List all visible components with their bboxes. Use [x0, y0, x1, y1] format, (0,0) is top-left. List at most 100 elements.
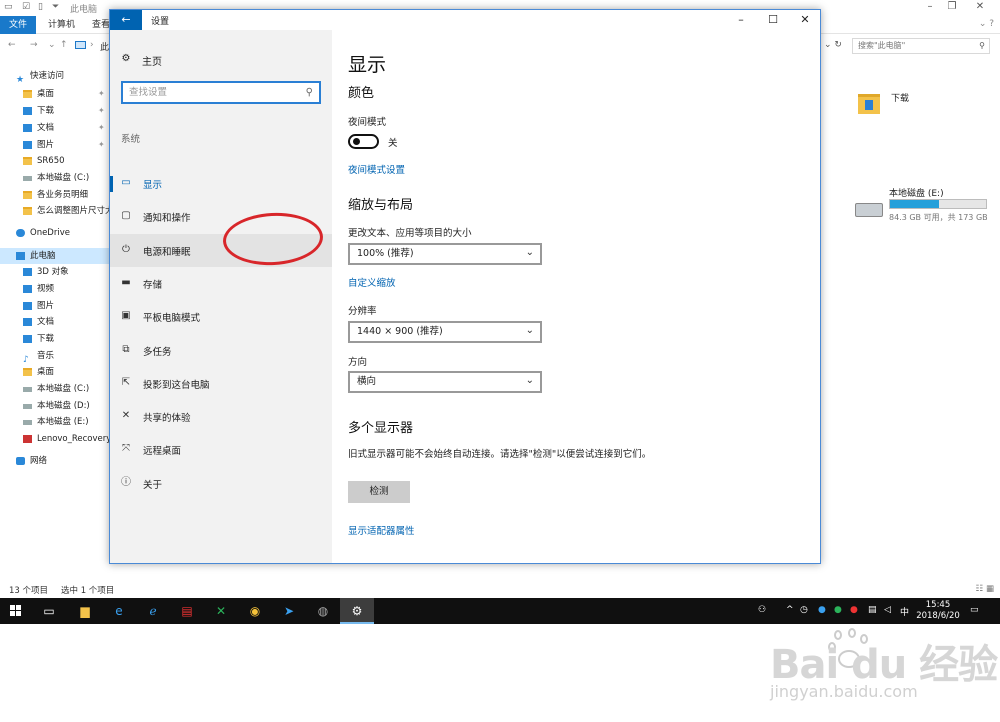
forward-arrow-icon[interactable]: → [30, 40, 38, 50]
back-arrow-icon: ← [121, 13, 131, 26]
tab-computer[interactable]: 计算机 [40, 16, 83, 34]
nav-item-label: 桌面 [37, 89, 55, 99]
nav-item[interactable]: 图片 ✦ [0, 137, 110, 153]
resolution-dropdown[interactable]: 1440 × 900 (推荐) ⌄ [348, 321, 542, 343]
orientation-dropdown[interactable]: 横向 ⌄ [348, 371, 542, 393]
settings-taskbar-icon[interactable]: ⚙ [340, 598, 374, 624]
drive-name[interactable]: 本地磁盘 (E:) [889, 186, 944, 199]
explorer-restore-button[interactable]: ❐ [942, 1, 962, 15]
downloads-folder-icon[interactable] [858, 90, 880, 114]
nav-item[interactable]: 本地磁盘 (C:) [0, 381, 110, 397]
explorer-search-input[interactable]: 搜索"此电脑" ⚲ [852, 38, 990, 54]
search-icon: ⚲ [305, 87, 313, 98]
watermark-url: jingyan.baidu.com [770, 682, 918, 701]
ribbon-help-icon[interactable]: ⌄ ? [979, 19, 994, 29]
drive-icon[interactable] [855, 203, 883, 217]
sidebar-item[interactable]: ⤧ 远程桌面 [110, 433, 332, 466]
display-settings-panel: 显示 颜色 夜间模式 关 夜间模式设置 缩放与布局 更改文本、应用等项目的大小 … [348, 30, 818, 563]
night-mode-state: 关 [388, 138, 398, 149]
adapter-properties-link[interactable]: 显示适配器属性 [348, 523, 415, 537]
night-mode-settings-link[interactable]: 夜间模式设置 [348, 162, 405, 176]
windows-start-icon[interactable] [10, 605, 22, 617]
sidebar-item[interactable]: ⇱ 投影到这台电脑 [110, 367, 332, 400]
breadcrumb[interactable]: 此 [100, 40, 109, 53]
file-explorer-taskbar-icon[interactable]: ▆ [68, 598, 102, 624]
nav-item[interactable]: 桌面 [0, 364, 110, 380]
nav-item[interactable]: Lenovo_Recovery [0, 431, 111, 447]
clock[interactable]: 15:45 2018/6/20 [912, 600, 964, 622]
scale-dropdown[interactable]: 100% (推荐) ⌄ [348, 243, 542, 265]
nav-item[interactable]: 文档 [0, 314, 110, 330]
nav-item[interactable]: 3D 对象 [0, 264, 110, 280]
sidebar-item[interactable]: ▭ 显示 [110, 167, 332, 200]
paint-icon[interactable]: ◍ [306, 598, 340, 624]
up-arrow-icon[interactable]: ↑ [60, 40, 68, 50]
color-heading: 颜色 [348, 86, 375, 101]
maximize-button[interactable]: ☐ [758, 12, 788, 28]
tray-shield-icon[interactable]: ● [818, 605, 826, 631]
downloads-folder-label[interactable]: 下载 [891, 91, 909, 104]
edge-browser-icon[interactable]: e [102, 598, 136, 624]
action-center-icon[interactable]: ▭ [970, 605, 979, 631]
nav-item[interactable]: 下载 ✦ [0, 103, 110, 119]
sidebar-item[interactable]: ▬ 存储 [110, 267, 332, 300]
people-icon[interactable]: ⚇ [758, 605, 766, 631]
nav-item[interactable]: 怎么调整图片尺寸大 [0, 203, 114, 219]
detect-button[interactable]: 检测 [348, 481, 410, 503]
nav-item[interactable]: 本地磁盘 (E:) [0, 414, 110, 430]
minimize-button[interactable]: – [726, 12, 756, 28]
tray-expand-icon[interactable]: ^ [786, 605, 794, 631]
picture-icon [23, 302, 32, 310]
volume-icon[interactable]: ◁ [884, 605, 891, 631]
nav-item[interactable]: ♪ 音乐 [0, 348, 110, 365]
nav-item[interactable]: 本地磁盘 (D:) [0, 398, 110, 414]
pdf-reader-icon[interactable]: ▤ [170, 598, 204, 624]
search-placeholder: 搜索"此电脑" [858, 41, 906, 50]
sidebar-item[interactable]: ✕ 共享的体验 [110, 400, 332, 433]
nav-item[interactable]: 各业务员明细 [0, 187, 110, 203]
tab-file[interactable]: 文件 [0, 16, 36, 34]
explorer-minimize-button[interactable]: – [920, 1, 940, 15]
nav-item-label: 此电脑 [30, 251, 56, 261]
back-arrow-icon[interactable]: ← [8, 40, 16, 50]
customize-toolbar-icon[interactable]: ⏷ [52, 2, 59, 12]
close-button[interactable]: ✕ [790, 12, 820, 28]
custom-scale-link[interactable]: 自定义缩放 [348, 275, 396, 289]
sidebar-item-label: 共享的体验 [143, 413, 191, 425]
sidebar-item-label: 电源和睡眠 [143, 246, 191, 258]
task-view-icon[interactable]: ▭ [32, 598, 66, 624]
sidebar-item[interactable]: ▣ 平板电脑模式 [110, 300, 332, 333]
explorer-close-button[interactable]: ✕ [970, 1, 990, 15]
view-toggle-icon[interactable]: ☷ ▦ [976, 584, 994, 594]
nav-item[interactable]: 文档 ✦ [0, 120, 110, 136]
ime-indicator[interactable]: 中 [900, 605, 909, 631]
sidebar-item[interactable]: ⓘ 关于 [110, 467, 332, 500]
night-mode-toggle[interactable] [348, 134, 379, 149]
nav-item[interactable]: OneDrive [0, 225, 110, 241]
properties-icon[interactable]: ☑ [22, 2, 30, 12]
ie-browser-icon[interactable]: ℯ [136, 598, 170, 624]
folder-icon [23, 191, 32, 199]
settings-search-input[interactable]: 查找设置 ⚲ [121, 81, 321, 104]
resolution-value: 1440 × 900 (推荐) [357, 326, 443, 337]
nav-item[interactable]: 桌面 ✦ [0, 86, 110, 102]
nav-item-label: 怎么调整图片尺寸大 [37, 206, 114, 216]
recent-chevron-icon[interactable]: ⌄ [48, 40, 56, 50]
nav-item[interactable]: 视频 [0, 281, 110, 297]
document-icon [23, 124, 32, 132]
tray-clock-icon[interactable]: ◷ [800, 605, 808, 631]
nav-item[interactable]: 此电脑 [0, 248, 110, 264]
messenger-icon[interactable]: ➤ [272, 598, 306, 624]
nav-item[interactable]: ★ 快速访问 [0, 68, 110, 85]
nav-item[interactable]: 下载 [0, 331, 110, 347]
nav-item[interactable]: 本地磁盘 (C:) [0, 170, 110, 186]
excel-icon[interactable]: ✕ [204, 598, 238, 624]
sidebar-item[interactable]: ⧉ 多任务 [110, 334, 332, 367]
browser-360-icon[interactable]: ◉ [238, 598, 272, 624]
nav-item[interactable]: 网络 [0, 453, 110, 469]
nav-item[interactable]: 图片 [0, 298, 110, 314]
nav-item[interactable]: SR650 [0, 153, 110, 169]
back-button[interactable]: ← [110, 10, 142, 30]
new-folder-icon[interactable]: ▯ [38, 2, 43, 12]
address-dropdown-icon[interactable]: ⌄ ↻ [824, 40, 842, 50]
